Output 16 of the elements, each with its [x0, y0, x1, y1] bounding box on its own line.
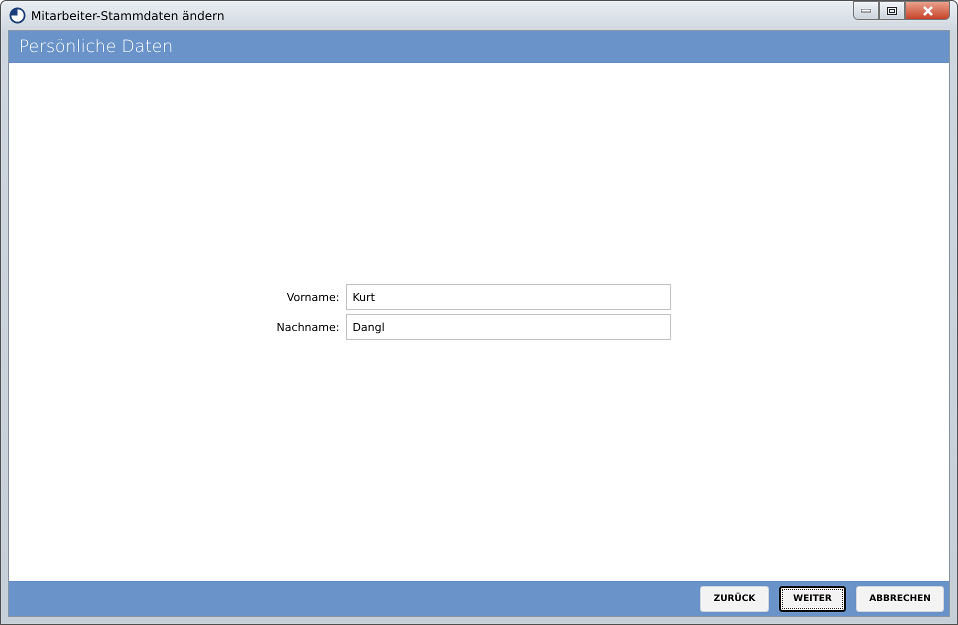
dialog-button[interactable]: ABBRECHEN	[856, 586, 944, 612]
window-title: Mitarbeiter-Stammdaten ändern	[31, 8, 226, 22]
pie-chart-icon	[9, 7, 26, 24]
section-title: Persönliche Daten	[19, 37, 173, 57]
minimize-button[interactable]	[853, 1, 879, 20]
field-label: Nachname:	[276, 320, 340, 334]
input-field[interactable]: Kurt	[346, 284, 672, 310]
close-button[interactable]	[905, 1, 950, 20]
maximize-icon	[887, 6, 897, 14]
minimize-icon	[861, 8, 871, 12]
dialog-button[interactable]: WEITER	[779, 586, 846, 612]
field-label: Vorname:	[286, 290, 340, 304]
close-icon	[922, 6, 934, 16]
maximize-button[interactable]	[879, 1, 905, 20]
input-field[interactable]: Dangl	[346, 314, 672, 340]
dialog-button[interactable]: ZURÜCK	[700, 586, 769, 612]
